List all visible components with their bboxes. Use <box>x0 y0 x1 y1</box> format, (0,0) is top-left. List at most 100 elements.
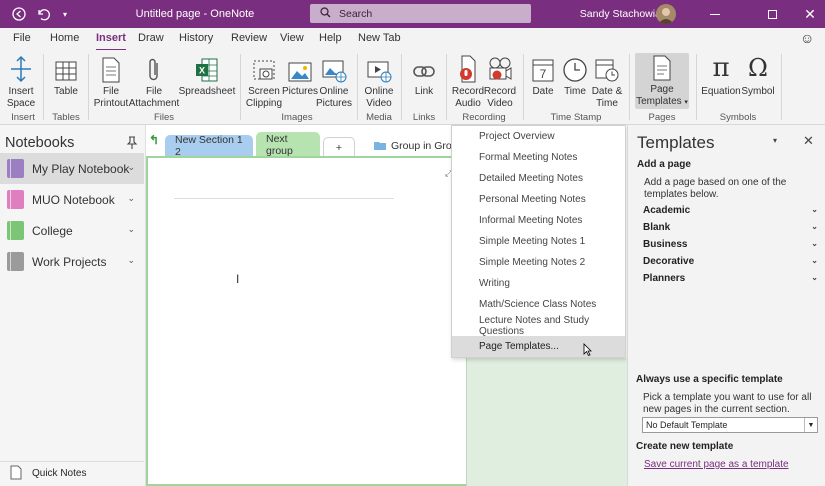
notebook-label: My Play Notebook <box>32 161 130 176</box>
template-category-business[interactable]: Business ⌄ <box>643 239 821 250</box>
file-attachment-button[interactable]: File Attachment <box>129 53 179 110</box>
notebook-item[interactable]: MUO Notebook ⌄ <box>0 184 144 215</box>
notebooks-panel: Notebooks My Play Notebook ⌄ MUO Noteboo… <box>0 125 146 486</box>
screen-clipping-button[interactable]: Screen Clipping <box>245 53 283 110</box>
record-audio-button[interactable]: Record Audio <box>451 53 485 110</box>
time-button[interactable]: Time <box>559 53 591 98</box>
insert-space-icon <box>9 53 33 83</box>
add-section-button[interactable]: + <box>323 137 355 157</box>
chevron-down-icon[interactable]: ⌄ <box>127 162 135 173</box>
record-video-button[interactable]: Record Video <box>483 53 517 110</box>
avatar[interactable] <box>656 4 676 24</box>
online-video-icon <box>366 53 392 83</box>
pane-options-icon[interactable]: ▾ <box>773 136 777 145</box>
maximize-icon[interactable] <box>757 0 787 28</box>
template-menu-item[interactable]: Writing <box>452 273 625 294</box>
template-category-decorative[interactable]: Decorative ⌄ <box>643 256 821 267</box>
search-box[interactable]: Search <box>310 4 531 23</box>
section-tab[interactable]: New Section 1 2 <box>165 134 253 158</box>
notebook-item[interactable]: College ⌄ <box>0 215 144 246</box>
template-menu-item[interactable]: Project Overview <box>452 126 625 147</box>
template-menu-item[interactable]: Formal Meeting Notes <box>452 147 625 168</box>
record-audio-icon <box>456 53 480 83</box>
save-as-template-link[interactable]: Save current page as a template <box>644 459 789 470</box>
menu-home[interactable]: Home <box>50 32 79 44</box>
customize-toolbar-icon[interactable]: ▾ <box>57 0 73 28</box>
spreadsheet-button[interactable]: X Spreadsheet <box>179 53 235 98</box>
notebook-label: College <box>32 223 73 238</box>
section-tab-active[interactable]: Next group <box>256 132 320 157</box>
menu-draw[interactable]: Draw <box>138 32 164 44</box>
template-menu-item[interactable]: Detailed Meeting Notes <box>452 168 625 189</box>
online-pictures-button[interactable]: Online Pictures <box>316 53 352 110</box>
template-menu-item[interactable]: Lecture Notes and Study Questions <box>452 315 625 337</box>
date-time-label: Date & Time <box>591 86 623 109</box>
quick-notes[interactable]: Quick Notes <box>0 461 144 485</box>
chevron-down-icon[interactable]: ⌄ <box>127 224 135 235</box>
navigate-up-icon[interactable]: ↰ <box>149 133 159 147</box>
section-group-tab[interactable]: Group in Group <box>368 135 463 157</box>
equation-button[interactable]: π Equation <box>701 53 740 98</box>
menu-help[interactable]: Help <box>319 32 342 44</box>
file-printout-button[interactable]: File Printout <box>92 53 130 110</box>
menu-file[interactable]: File <box>13 32 31 44</box>
page-templates-menu-item[interactable]: Page Templates... <box>452 336 625 357</box>
template-menu-item[interactable]: Simple Meeting Notes 1 <box>452 231 625 252</box>
page-templates-button[interactable]: Page Templates ▾ <box>635 53 689 109</box>
notebook-icon <box>7 252 24 271</box>
group-label-recording: Recording <box>462 112 506 123</box>
file-printout-label: File Printout <box>93 86 129 109</box>
menu-insert[interactable]: Insert <box>96 32 126 51</box>
title-bar: ▾ Untitled page - OneNote Search Sandy S… <box>0 0 825 28</box>
symbol-icon: Ω <box>748 54 768 82</box>
close-pane-icon[interactable]: ✕ <box>803 133 814 149</box>
table-icon <box>54 53 78 83</box>
menu-history[interactable]: History <box>179 32 213 44</box>
chevron-down-icon: ⌄ <box>811 205 818 214</box>
template-menu-item[interactable]: Informal Meeting Notes <box>452 210 625 231</box>
template-category-academic[interactable]: Academic ⌄ <box>643 205 821 216</box>
undo-icon[interactable] <box>32 0 54 28</box>
feedback-smiley-icon[interactable]: ☺ <box>800 30 814 46</box>
pictures-button[interactable]: Pictures <box>282 53 318 98</box>
notebook-item[interactable]: Work Projects ⌄ <box>0 246 144 277</box>
menu-review[interactable]: Review <box>231 32 267 44</box>
chevron-down-icon: ⌄ <box>811 273 818 282</box>
chevron-down-icon[interactable]: ⌄ <box>127 193 135 204</box>
template-category-planners[interactable]: Planners ⌄ <box>643 273 821 284</box>
category-label: Academic <box>643 205 691 216</box>
menu-view[interactable]: View <box>280 32 304 44</box>
file-attachment-label: File Attachment <box>128 86 180 109</box>
template-menu-item[interactable]: Personal Meeting Notes <box>452 189 625 210</box>
minimize-icon[interactable] <box>700 0 730 28</box>
table-button[interactable]: Table <box>50 53 82 98</box>
date-button[interactable]: 7 Date <box>528 53 558 98</box>
menu-new-tab[interactable]: New Tab <box>358 32 401 44</box>
template-category-blank[interactable]: Blank ⌄ <box>643 222 821 233</box>
mouse-pointer-icon <box>583 343 592 359</box>
attachment-icon <box>146 53 162 83</box>
category-label: Blank <box>643 222 671 233</box>
time-label: Time <box>564 86 586 97</box>
template-menu-item[interactable]: Math/Science Class Notes <box>452 294 625 315</box>
folder-icon <box>374 140 386 153</box>
back-icon[interactable] <box>8 0 30 28</box>
date-time-button[interactable]: Date & Time <box>590 53 624 110</box>
symbol-button[interactable]: Ω Symbol <box>740 53 776 98</box>
link-button[interactable]: Link <box>408 53 440 98</box>
svg-text:X: X <box>199 66 205 76</box>
chevron-down-icon: ▼ <box>804 418 817 432</box>
template-menu-item[interactable]: Simple Meeting Notes 2 <box>452 252 625 273</box>
default-template-select[interactable]: No Default Template ▼ <box>642 417 818 433</box>
screen-clipping-label: Screen Clipping <box>245 86 283 109</box>
note-page[interactable]: ⤢ I <box>146 156 466 486</box>
notebook-item[interactable]: My Play Notebook ⌄ <box>0 153 144 184</box>
notebooks-title[interactable]: Notebooks <box>5 135 74 151</box>
record-video-icon <box>487 53 513 83</box>
quick-notes-icon <box>10 465 22 483</box>
chevron-down-icon[interactable]: ⌄ <box>127 255 135 266</box>
insert-space-button[interactable]: Insert Space <box>4 53 38 110</box>
pin-icon[interactable] <box>126 136 138 153</box>
online-video-button[interactable]: Online Video <box>362 53 396 110</box>
close-icon[interactable]: ✕ <box>795 0 825 28</box>
